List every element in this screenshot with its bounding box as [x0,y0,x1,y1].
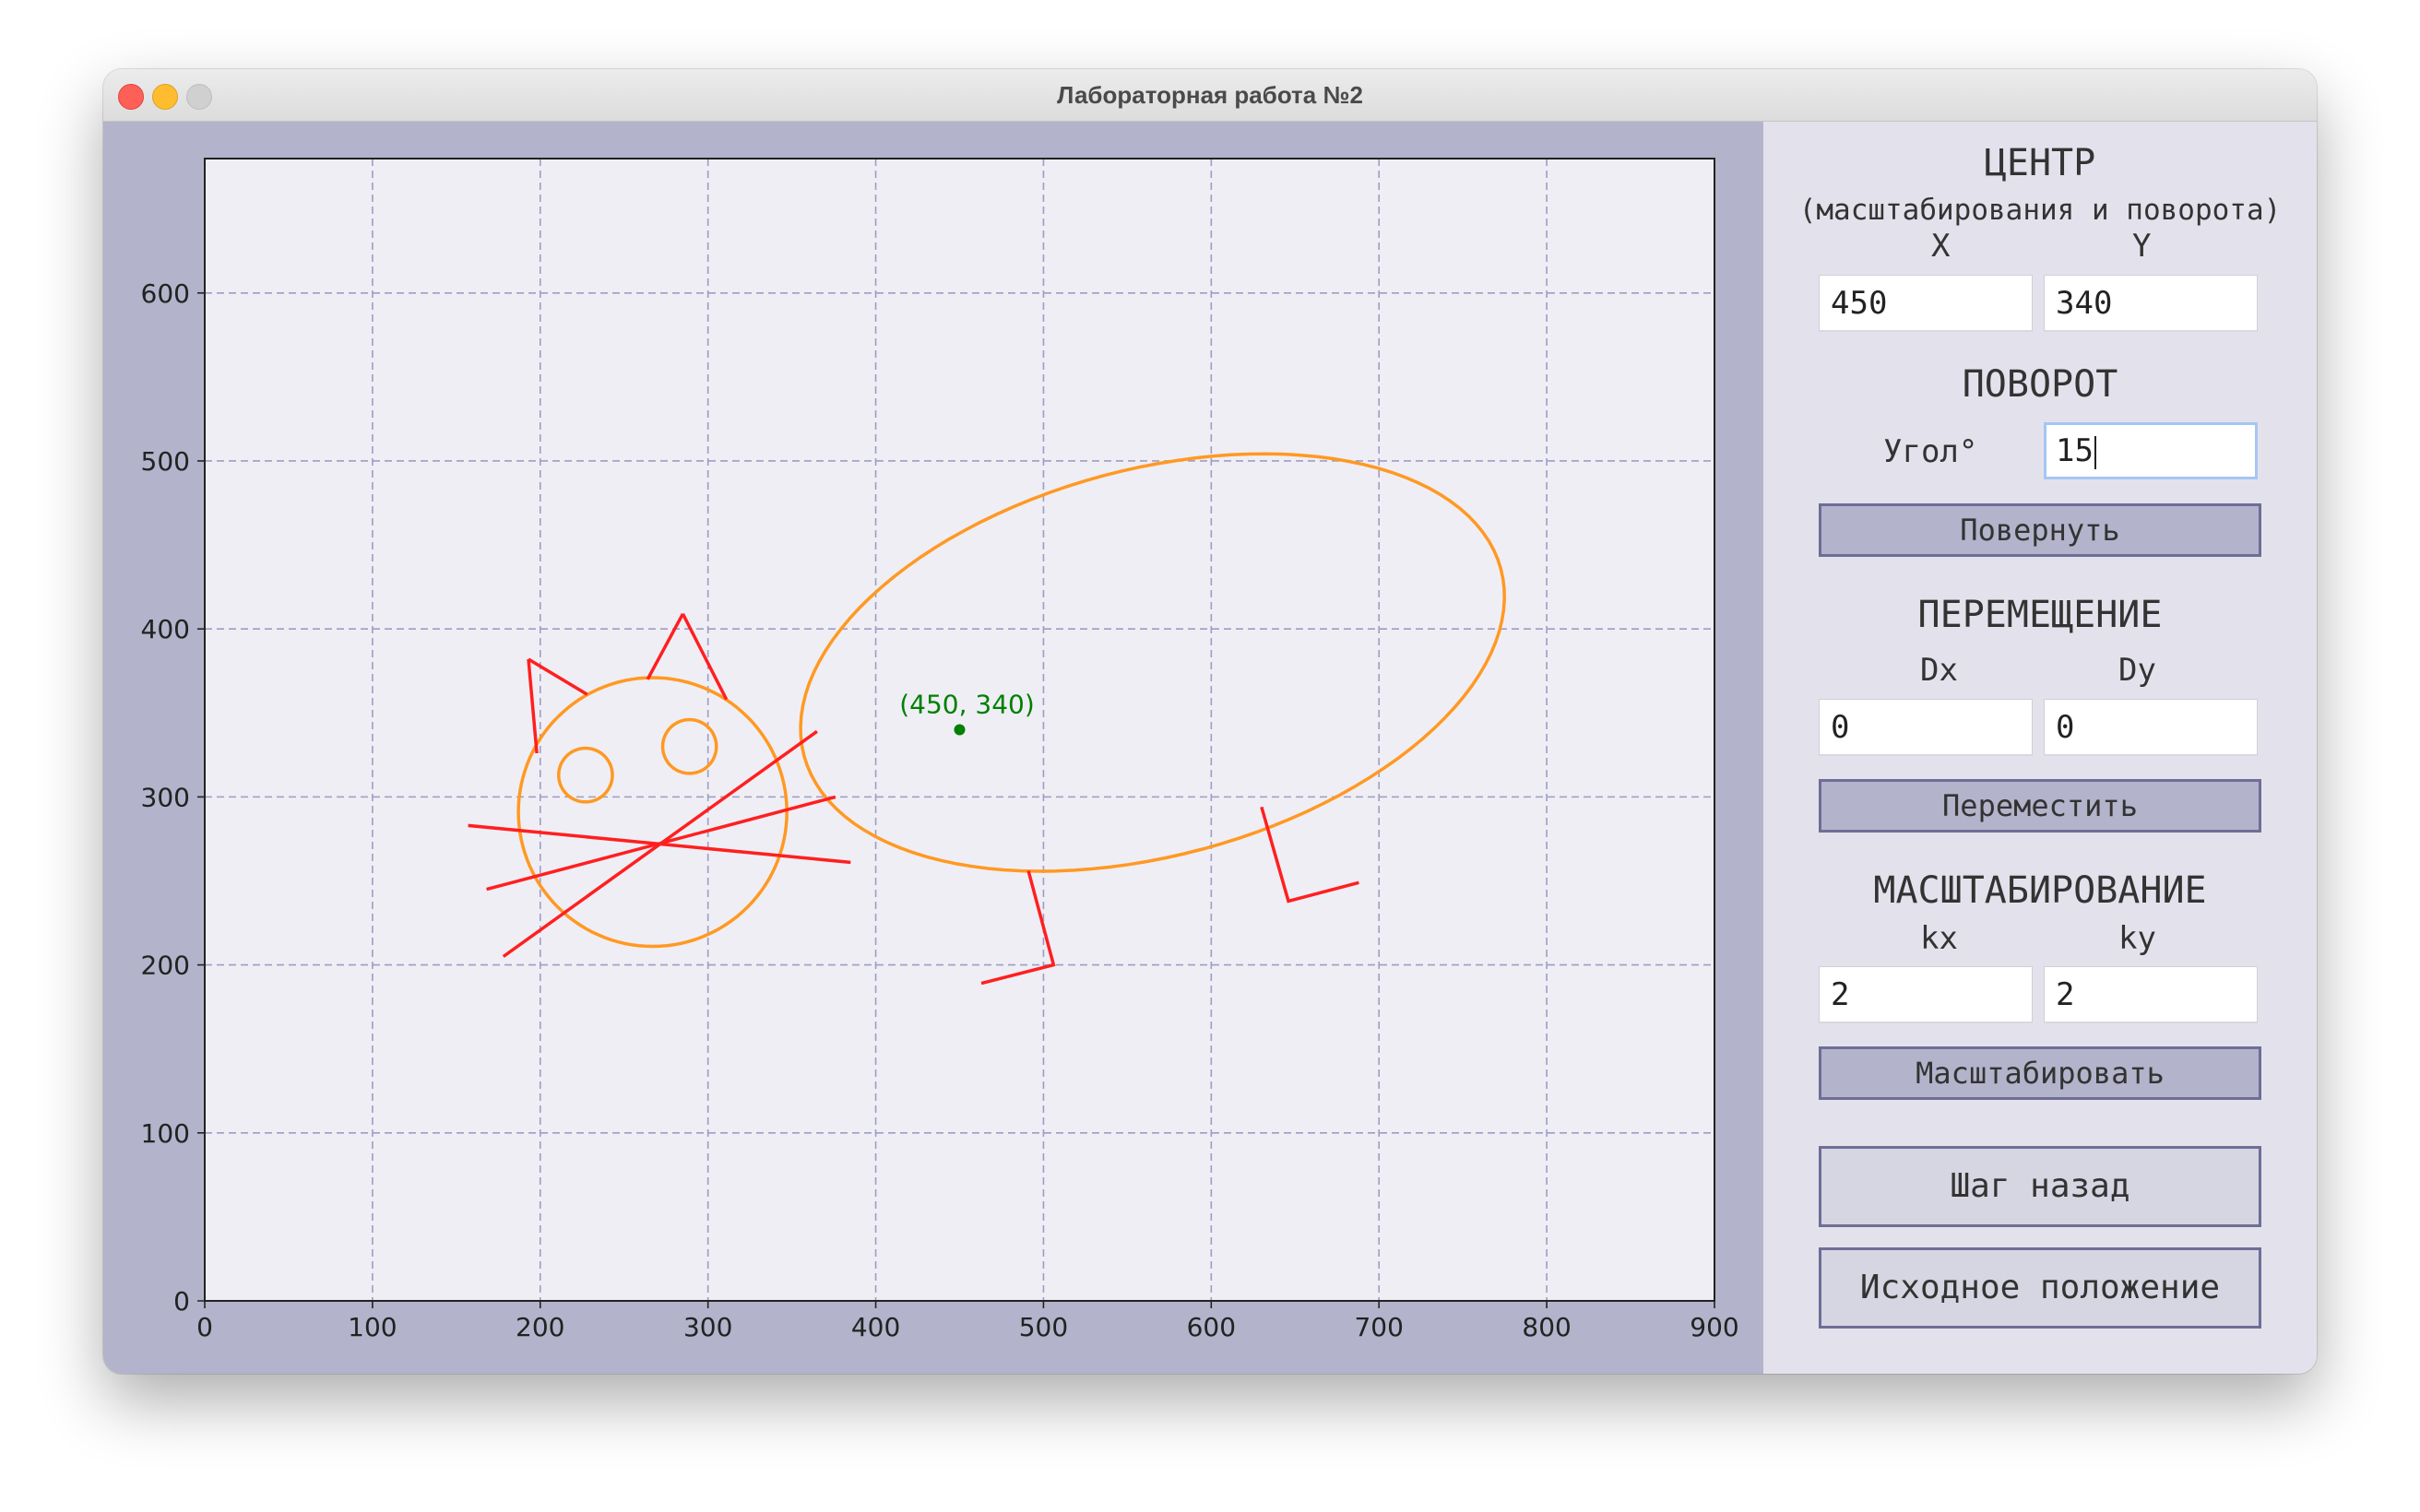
angle-label: Угол° [1883,433,1978,470]
ky-label: ky [2118,920,2156,957]
rotate-button[interactable]: Повернуть [1819,503,2261,557]
app-window: Лабораторная работа №2 0 100 200 300 400 500 6… [103,69,2317,1374]
rotation-section-title: ПОВОРОТ [1962,363,2118,406]
x-tick-label: 800 [1522,1312,1571,1342]
center-section-subtitle: (масштабирования и поворота) [1798,194,2282,227]
center-x-label: X [1931,228,1951,265]
y-tick-label: 500 [141,446,190,477]
x-tick-label: 300 [683,1312,732,1342]
center-y-label: Y [2132,228,2152,265]
text-caret [2094,435,2096,469]
center-point [954,724,966,736]
dy-label: Dy [2118,652,2156,689]
reset-button[interactable]: Исходное положение [1819,1247,2261,1329]
center-section-title: ЦЕНТР [1984,142,2096,184]
y-tick-label: 300 [141,782,190,812]
y-tick-label: 100 [141,1118,190,1149]
center-x-input[interactable]: 450 [1819,275,2033,332]
undo-button[interactable]: Шаг назад [1819,1146,2261,1227]
y-tick-label: 400 [141,614,190,644]
y-tick-label: 0 [173,1286,190,1317]
x-tick-label: 500 [1019,1312,1068,1342]
dx-label: Dx [1920,652,1958,689]
control-panel: ЦЕНТР (масштабирования и поворота) X Y 4… [1763,122,2317,1374]
ky-input[interactable]: 2 [2044,966,2258,1023]
move-section-title: ПЕРЕМЕЩЕНИЕ [1917,594,2163,636]
x-tick-label: 400 [851,1312,900,1342]
dy-input[interactable]: 0 [2044,699,2258,756]
x-tick-label: 600 [1187,1312,1236,1342]
scale-button[interactable]: Масштабировать [1819,1046,2261,1100]
move-button[interactable]: Переместить [1819,779,2261,833]
angle-input[interactable]: 15 [2044,422,2258,479]
x-tick-label: 900 [1690,1312,1738,1342]
angle-input-value: 15 [2056,432,2094,469]
x-tick-label: 100 [348,1312,397,1342]
plot-area: 0 100 200 300 400 500 600 700 800 900 0 100 200 300 40… [103,122,1763,1374]
window-title: Лабораторная работа №2 [1057,81,1363,109]
x-tick-label: 0 [196,1312,213,1342]
scale-section-title: МАСШТАБИРОВАНИЕ [1873,869,2207,912]
x-tick-label: 200 [516,1312,564,1342]
kx-input[interactable]: 2 [1819,966,2033,1023]
center-point-label: (450, 340) [899,690,1035,720]
center-y-input[interactable]: 340 [2044,275,2258,332]
y-tick-label: 600 [141,278,190,309]
plot-canvas: 0 100 200 300 400 500 600 700 800 900 0 100 200 300 40… [141,158,1739,1342]
dx-input[interactable]: 0 [1819,699,2033,756]
y-tick-label: 200 [141,951,190,981]
kx-label: kx [1920,920,1958,957]
x-tick-label: 700 [1354,1312,1403,1342]
title-bar: Лабораторная работа №2 [103,69,2317,122]
